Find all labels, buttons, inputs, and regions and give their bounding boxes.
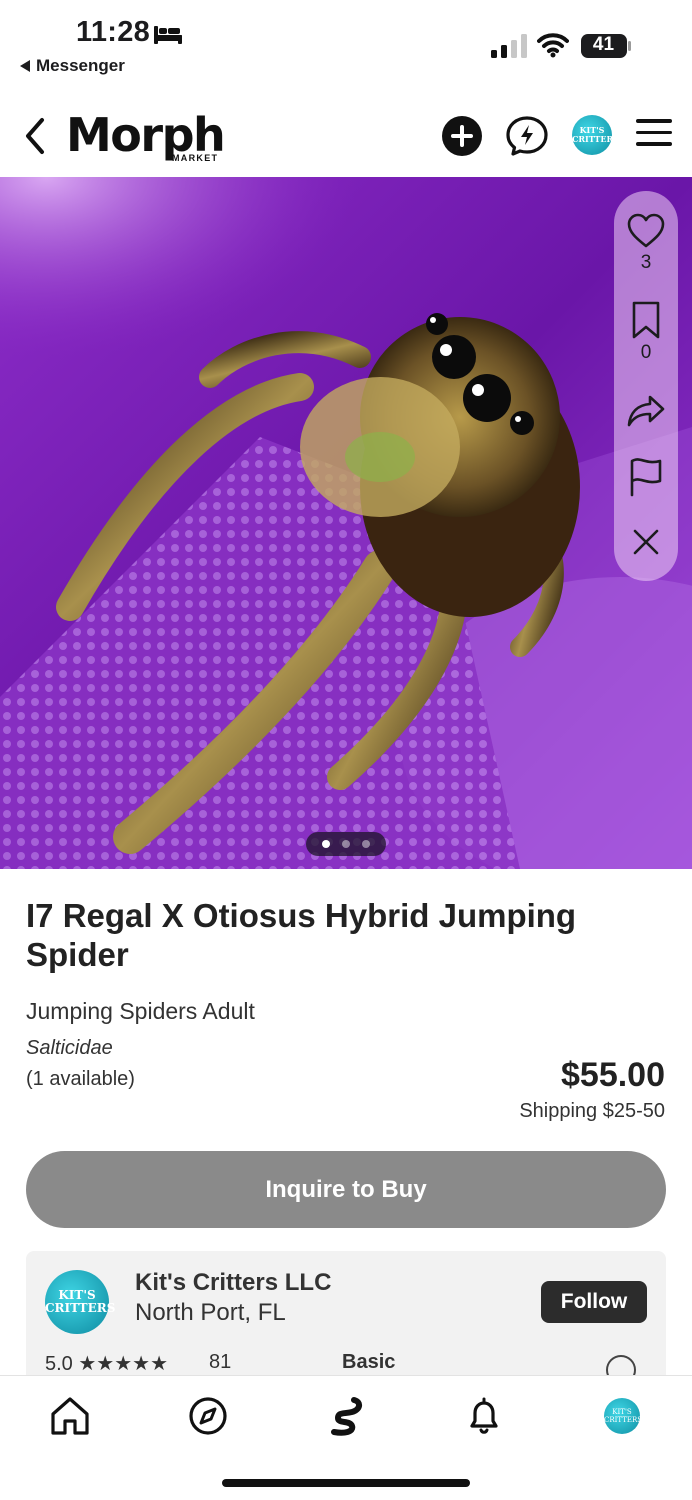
app-header: Morph MARKET KIT'S CRITTERS [0,100,692,176]
seller-rating: 5.0 ★★★★★ [45,1353,169,1375]
heart-icon [627,213,665,248]
carousel-dot[interactable] [322,840,330,848]
like-count: 3 [640,252,652,273]
carousel-dot[interactable] [362,840,370,848]
shipping-info: Shipping $25-50 [519,1100,665,1122]
profile-avatar[interactable]: KIT'S CRITTERS [604,1398,642,1434]
report-button[interactable] [614,457,678,502]
snake-icon[interactable] [324,1394,368,1438]
like-button[interactable]: 3 [614,213,678,274]
flag-icon [630,458,662,497]
back-to-app-link[interactable]: Messenger [20,56,125,76]
status-bar: 11:28 Messenger 41 [0,0,692,86]
hide-button[interactable] [614,527,678,562]
morph-market-logo[interactable]: Morph MARKET [66,106,226,166]
listing-availability: (1 available) [26,1068,135,1090]
home-icon[interactable] [48,1394,92,1438]
hamburger-menu-icon[interactable] [636,119,672,151]
bookmark-icon [632,301,660,339]
seller-avatar[interactable]: KIT'S CRITTERS [45,1270,115,1334]
seller-card[interactable]: KIT'S CRITTERS Kit's Critters LLC North … [26,1251,666,1385]
home-indicator [222,1479,470,1487]
wifi-icon [537,33,569,58]
seller-name[interactable]: Kit's Critters LLC [135,1269,331,1297]
battery-icon: 41 [580,33,632,59]
save-count: 0 [640,342,652,363]
jumping-spider-photo [0,177,692,869]
inquire-to-buy-button[interactable]: Inquire to Buy [26,1151,666,1228]
plus-icon [451,125,473,147]
listing-title: I7 Regal X Otiosus Hybrid Jumping Spider [26,897,577,973]
explore-compass-icon[interactable] [186,1394,230,1438]
back-app-label: Messenger [36,56,125,75]
share-icon [627,395,665,427]
user-avatar[interactable]: KIT'S CRITTERS [572,115,619,155]
seller-location: North Port, FL [135,1299,286,1326]
listing-price: $55.00 [561,1056,665,1094]
back-chevron-icon[interactable] [18,114,54,158]
add-listing-button[interactable] [442,116,482,156]
listing-category[interactable]: Jumping Spiders Adult [26,998,255,1025]
follow-button[interactable]: Follow [541,1281,647,1323]
seller-review-count: 81 [209,1351,232,1373]
bell-icon[interactable] [462,1394,506,1438]
status-time: 11:28 [76,16,151,48]
back-triangle-icon [20,60,30,72]
battery-level: 41 [592,34,615,55]
listing-action-rail: 3 0 [614,191,678,581]
listing-photo-carousel[interactable]: 3 0 [0,177,692,869]
signal-icon [491,34,527,58]
carousel-indicator [306,832,386,856]
logo-subtext: MARKET [172,153,219,163]
close-icon [633,529,659,555]
seller-tier: Basic [342,1351,396,1373]
bed-icon [154,26,182,44]
listing-species: Salticidae [26,1037,113,1059]
share-button[interactable] [614,393,678,434]
save-button[interactable]: 0 [614,301,678,364]
carousel-dot[interactable] [342,840,350,848]
messenger-icon[interactable] [505,114,549,158]
